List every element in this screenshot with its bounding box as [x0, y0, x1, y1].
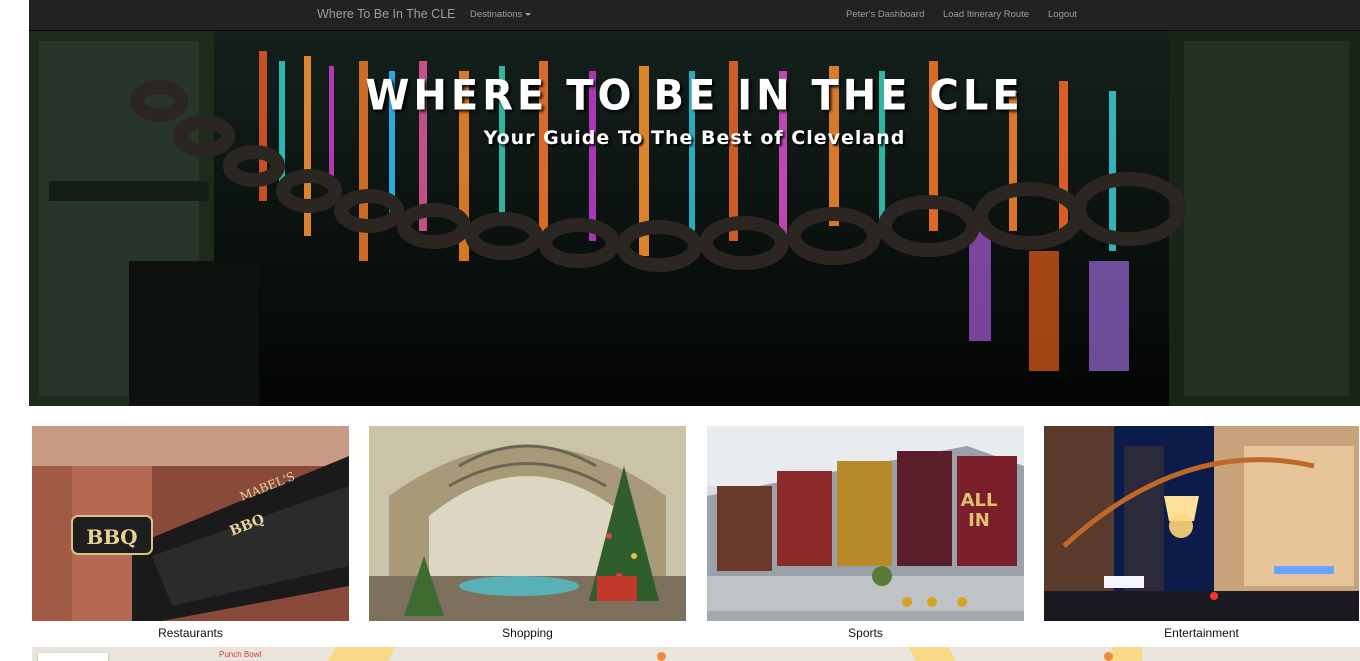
hero-title: WHERE TO BE IN THE CLE [365, 71, 1024, 121]
svg-text:ALL: ALL [961, 490, 998, 511]
entertainment-image[interactable] [1044, 426, 1359, 621]
map-view[interactable]: Punch Bowl [32, 647, 1360, 661]
map-road [1112, 647, 1142, 661]
destinations-dropdown[interactable]: Destinations [470, 9, 532, 20]
svg-text:IN: IN [968, 510, 990, 531]
hero-subtitle: Your Guide To The Best of Cleveland [483, 127, 906, 149]
map-place-label: Punch Bowl [219, 650, 262, 659]
category-card-entertainment[interactable]: Entertainment [1044, 426, 1359, 645]
map-road [908, 647, 956, 661]
category-card-shopping[interactable]: Shopping [369, 426, 686, 645]
category-label[interactable]: Entertainment [1044, 621, 1359, 645]
map-marker-icon[interactable] [657, 652, 666, 661]
restaurants-image[interactable]: BBQ BBQ MABEL'S [32, 426, 349, 621]
category-label[interactable]: Shopping [369, 621, 686, 645]
category-card-restaurants[interactable]: BBQ BBQ MABEL'S Restaurants [32, 426, 349, 645]
logout-link[interactable]: Logout [1048, 9, 1077, 20]
shopping-image[interactable] [369, 426, 686, 621]
svg-text:BBQ: BBQ [86, 525, 137, 549]
sports-image[interactable]: ALL IN [707, 426, 1024, 621]
dashboard-link[interactable]: Peter's Dashboard [846, 9, 924, 20]
category-card-sports[interactable]: ALL IN Sports [707, 426, 1024, 645]
map-marker-icon[interactable] [1104, 652, 1113, 661]
category-label[interactable]: Restaurants [32, 621, 349, 645]
brand-link[interactable]: Where To Be In The CLE [317, 7, 456, 21]
map-type-control[interactable] [38, 653, 108, 661]
destinations-label: Destinations [470, 9, 523, 20]
caret-down-icon [525, 12, 532, 16]
top-navbar: Where To Be In The CLE Destinations Pete… [29, 0, 1360, 31]
map-road [327, 647, 397, 661]
load-route-link[interactable]: Load Itinerary Route [943, 9, 1029, 20]
category-label[interactable]: Sports [707, 621, 1024, 645]
hero-banner: WHERE TO BE IN THE CLE Your Guide To The… [29, 31, 1360, 406]
